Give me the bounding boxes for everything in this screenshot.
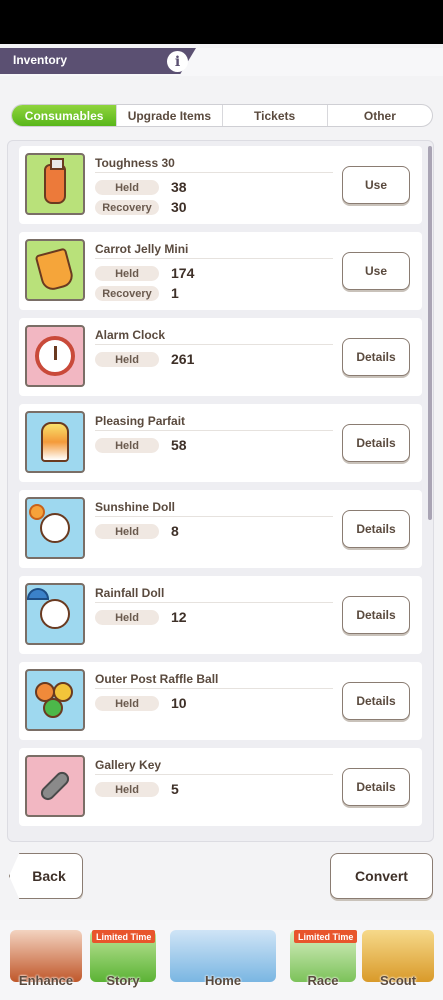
tab-consumables[interactable]: Consumables [12,105,117,126]
nav-story[interactable]: Limited Time Story [90,920,156,992]
held-value: 261 [171,351,195,367]
item-name: Sunshine Doll [95,500,176,514]
list-item: Sunshine Doll Held 8 Details [19,490,422,568]
held-value: 174 [171,265,195,281]
energy-drink-icon [25,153,85,215]
item-name: Toughness 30 [95,156,175,170]
held-value: 58 [171,437,187,453]
info-icon[interactable]: i [167,51,188,72]
item-name: Outer Post Raffle Ball [95,672,219,686]
held-label: Held [95,782,159,797]
list-item: Pleasing Parfait Held 58 Details [19,404,422,482]
recovery-value: 30 [171,199,187,215]
recovery-label: Recovery [95,286,159,301]
nav-enhance[interactable]: Enhance [10,920,82,992]
held-label: Held [95,610,159,625]
held-label: Held [95,696,159,711]
status-bar [0,0,443,44]
convert-button[interactable]: Convert [330,853,433,899]
rainfall-doll-icon [25,583,85,645]
held-label: Held [95,524,159,539]
parfait-icon [25,411,85,473]
use-button[interactable]: Use [342,166,410,204]
page-title: Inventory [13,53,68,67]
limited-time-badge: Limited Time [92,930,156,943]
held-value: 10 [171,695,187,711]
use-button[interactable]: Use [342,252,410,290]
details-button[interactable]: Details [342,596,410,634]
item-name: Alarm Clock [95,328,166,342]
tab-tickets[interactable]: Tickets [221,105,327,126]
details-button[interactable]: Details [342,510,410,548]
limited-time-badge: Limited Time [294,930,358,943]
item-name: Pleasing Parfait [95,414,186,428]
raffle-ball-icon [25,669,85,731]
nav-home[interactable]: Home [170,920,276,992]
list-item: Gallery Key Held 5 Details [19,748,422,826]
nav-scout[interactable]: Scout [362,920,434,992]
list-item: Alarm Clock Held 261 Details [19,318,422,396]
details-button[interactable]: Details [342,338,410,376]
tab-upgrade-items[interactable]: Upgrade Items [116,105,221,126]
held-value: 38 [171,179,187,195]
back-button[interactable]: Back [9,853,83,899]
held-value: 8 [171,523,179,539]
item-name: Carrot Jelly Mini [95,242,189,256]
bottom-nav: Enhance Limited Time Story Home Limited … [0,920,443,1000]
held-label: Held [95,352,159,367]
held-label: Held [95,266,159,281]
nav-race[interactable]: Limited Time Race [290,920,358,992]
list-scrollbar[interactable] [428,146,432,520]
recovery-label: Recovery [95,200,159,215]
sunshine-doll-icon [25,497,85,559]
list-item: Carrot Jelly Mini Held 174 Recovery 1 Us… [19,232,422,310]
jelly-pouch-icon [25,239,85,301]
item-name: Gallery Key [95,758,162,772]
tab-other[interactable]: Other [326,105,432,126]
details-button[interactable]: Details [342,424,410,462]
list-item: Outer Post Raffle Ball Held 10 Details [19,662,422,740]
held-value: 5 [171,781,179,797]
alarm-clock-icon [25,325,85,387]
key-icon [25,755,85,817]
tab-bar: Consumables Upgrade Items Tickets Other [11,104,433,127]
list-item: Rainfall Doll Held 12 Details [19,576,422,654]
details-button[interactable]: Details [342,768,410,806]
list-item: Toughness 30 Held 38 Recovery 30 Use [19,146,422,224]
recovery-value: 1 [171,285,179,301]
item-name: Rainfall Doll [95,586,165,600]
held-label: Held [95,438,159,453]
details-button[interactable]: Details [342,682,410,720]
held-value: 12 [171,609,187,625]
held-label: Held [95,180,159,195]
